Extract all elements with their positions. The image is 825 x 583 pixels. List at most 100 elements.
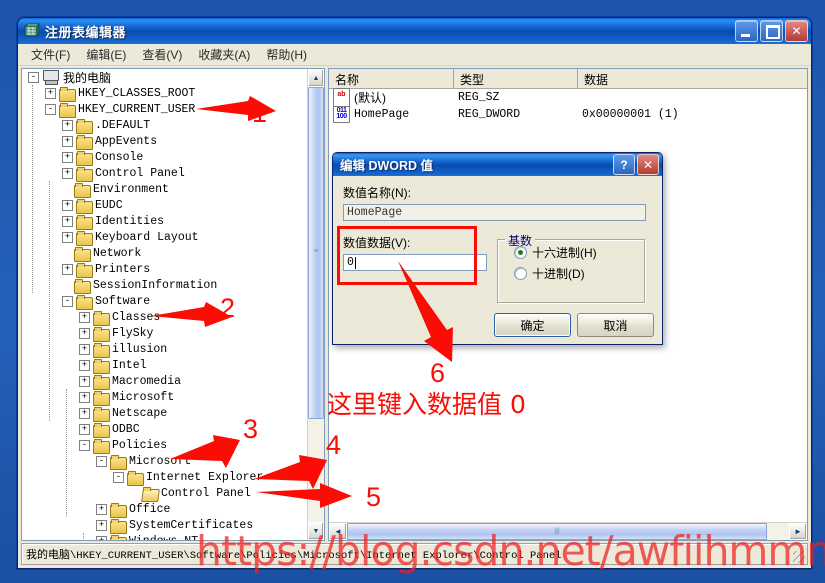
tree-vertical-scrollbar[interactable]: ▲ ≡ ▼ (307, 69, 324, 540)
tree-expand-icon[interactable]: + (62, 263, 73, 275)
tree-expand-icon[interactable]: + (79, 343, 90, 355)
scroll-down-button[interactable]: ▼ (308, 522, 324, 540)
tree-item[interactable]: + HKEY_CLASSES_ROOT (45, 85, 195, 102)
tree-item[interactable]: + illusion (79, 341, 167, 358)
tree-item-root[interactable]: - 我的电脑 (28, 69, 111, 85)
hscroll-thumb[interactable]: ||| (347, 523, 767, 540)
menu-help[interactable]: 帮助(H) (259, 44, 314, 65)
tree-expand-icon[interactable]: + (79, 407, 90, 419)
tree-item[interactable]: + FlySky (79, 325, 153, 342)
tree-item[interactable]: + Keyboard Layout (62, 229, 199, 246)
tree-expand-icon[interactable]: + (96, 503, 107, 515)
tree-expand-icon[interactable]: + (62, 167, 73, 179)
tree-expand-icon[interactable]: + (62, 231, 73, 243)
menu-edit[interactable]: 编辑(E) (79, 44, 133, 65)
resize-grip-icon[interactable] (793, 551, 805, 563)
tree-expand-icon[interactable]: + (62, 119, 73, 131)
tree-expand-icon[interactable]: + (62, 151, 73, 163)
tree-expand-icon[interactable]: + (62, 199, 73, 211)
tree-item[interactable]: + EUDC (62, 197, 123, 214)
tree-expand-icon[interactable]: + (79, 359, 90, 371)
tree-expand-icon[interactable]: + (62, 215, 73, 227)
tree-collapse-icon[interactable]: - (79, 439, 90, 451)
tree-item[interactable]: + Control Panel (62, 165, 185, 182)
values-horizontal-scrollbar[interactable]: ◄ ||| ► (329, 522, 807, 540)
tree-expand-icon[interactable]: + (79, 423, 90, 435)
column-header-type[interactable]: 类型 (454, 69, 578, 88)
tree-item[interactable]: + Microsoft (79, 389, 174, 406)
column-header-name[interactable]: 名称 (329, 69, 454, 88)
tree-item[interactable]: SessionInformation (62, 277, 217, 294)
tree-item[interactable]: - Internet Explorer (113, 469, 263, 486)
tree-item[interactable]: + ODBC (79, 421, 140, 438)
tree-item[interactable]: + Classes (79, 309, 160, 326)
dialog-help-button[interactable]: ? (613, 154, 635, 175)
dialog-close-button[interactable]: ✕ (637, 154, 659, 175)
tree-item[interactable]: + SystemCertificates (96, 517, 253, 534)
tree-item[interactable]: + Intel (79, 357, 147, 374)
close-button[interactable] (785, 20, 808, 42)
tree-item[interactable]: - Policies (79, 437, 167, 454)
menu-view[interactable]: 查看(V) (135, 44, 189, 65)
tree-expand-icon[interactable]: + (79, 311, 90, 323)
menu-file[interactable]: 文件(F) (24, 44, 77, 65)
menu-favorites[interactable]: 收藏夹(A) (191, 44, 257, 65)
tree-guide-line (83, 533, 84, 540)
tree-expand-icon[interactable]: + (96, 519, 107, 531)
dword-value-icon: 011 100 (333, 106, 350, 123)
tree-item[interactable]: Environment (62, 181, 169, 198)
tree-expand-icon[interactable]: + (45, 87, 56, 99)
text-caret (354, 256, 356, 269)
folder-icon (76, 294, 93, 310)
radio-hexadecimal-icon[interactable] (514, 246, 527, 259)
hscroll-track[interactable]: ||| (347, 523, 789, 540)
tree-item[interactable]: - HKEY_CURRENT_USER (45, 101, 195, 118)
value-row[interactable]: 011 100 HomePage REG_DWORD 0x00000001 (1) (329, 106, 807, 123)
tree-expand-icon[interactable]: + (79, 327, 90, 339)
tree-collapse-icon[interactable]: - (28, 71, 39, 83)
tree-expand-icon[interactable]: + (79, 391, 90, 403)
tree-item[interactable]: + .DEFAULT (62, 117, 150, 134)
radio-decimal[interactable]: 十进制(D) (514, 265, 644, 282)
scroll-thumb[interactable]: ≡ (308, 87, 324, 419)
minimize-button[interactable] (735, 20, 758, 42)
tree-collapse-icon[interactable]: - (62, 295, 73, 307)
tree-expand-icon[interactable]: + (96, 535, 107, 540)
tree-item[interactable]: - Microsoft (96, 453, 191, 470)
tree-item[interactable]: + AppEvents (62, 133, 157, 150)
tree-collapse-icon[interactable]: - (45, 103, 56, 115)
tree-item[interactable]: Control Panel (130, 485, 251, 501)
tree-spacer-icon (130, 489, 139, 498)
tree-item[interactable]: + Windows NT (96, 533, 198, 540)
tree-expand-icon[interactable]: + (62, 135, 73, 147)
tree-collapse-icon[interactable]: - (96, 455, 107, 467)
tree-item[interactable]: + Office (96, 501, 170, 518)
tree-item[interactable]: Network (62, 245, 141, 262)
window-titlebar[interactable]: 注册表编辑器 (18, 18, 811, 44)
tree-collapse-icon[interactable]: - (113, 471, 124, 483)
tree-item[interactable]: - Software (62, 293, 150, 310)
dialog-titlebar[interactable]: 编辑 DWORD 值 ? ✕ (333, 153, 662, 176)
value-name-input[interactable]: HomePage (343, 204, 646, 221)
folder-icon (93, 326, 110, 342)
radio-decimal-icon[interactable] (514, 267, 527, 280)
tree-expand-icon[interactable]: + (79, 375, 90, 387)
maximize-button[interactable] (760, 20, 783, 42)
tree-item[interactable]: + Console (62, 149, 143, 166)
tree-item[interactable]: + Macromedia (79, 373, 181, 390)
folder-icon (93, 310, 110, 326)
ok-button[interactable]: 确定 (494, 313, 571, 337)
cancel-button[interactable]: 取消 (577, 313, 654, 337)
hscroll-left-button[interactable]: ◄ (329, 523, 347, 540)
tree-item[interactable]: + Netscape (79, 405, 167, 422)
tree-item[interactable]: + Identities (62, 213, 164, 230)
hscroll-right-button[interactable]: ► (789, 523, 807, 540)
scroll-up-button[interactable]: ▲ (308, 69, 324, 87)
value-data-input[interactable]: 0 (343, 254, 487, 271)
registry-tree[interactable]: - 我的电脑 + HKEY_CLASSES_ROOT - HKEY_CURRENT_USE… (22, 69, 307, 540)
registry-tree-pane: - 我的电脑 + HKEY_CLASSES_ROOT - HKEY_CURRENT_USE… (21, 68, 325, 541)
column-header-data[interactable]: 数据 (578, 69, 807, 88)
tree-item[interactable]: + Printers (62, 261, 150, 278)
value-row[interactable]: ab (默认) REG_SZ (329, 88, 807, 107)
scroll-track[interactable]: ≡ (308, 87, 324, 522)
